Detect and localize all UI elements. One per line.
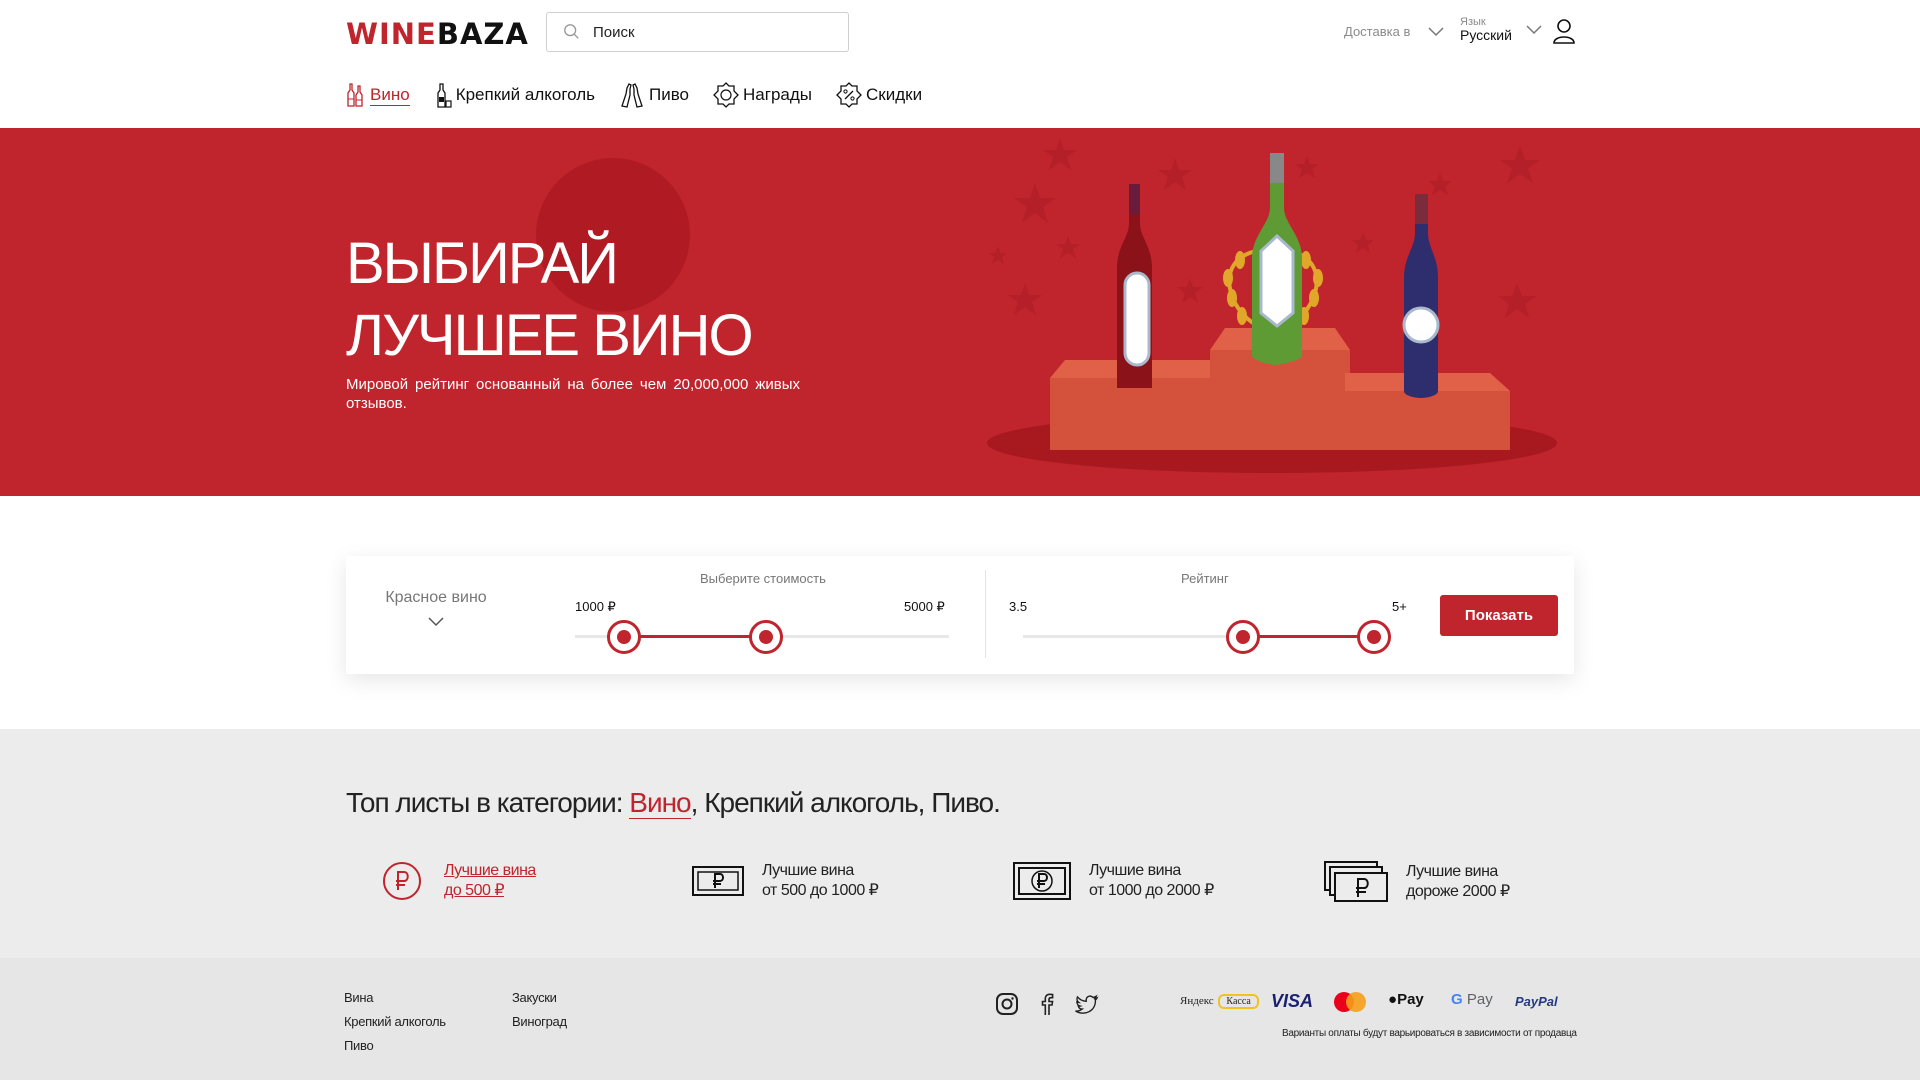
chevron-down-icon	[428, 617, 444, 627]
show-button[interactable]: Показать	[1440, 595, 1558, 636]
paypal-logo: PayPal	[1515, 994, 1558, 1009]
search-icon	[564, 24, 579, 39]
apple-pay-logo: ●Pay	[1388, 991, 1424, 1008]
price-slider-range	[623, 635, 766, 638]
delivery-label: Доставка в	[1344, 24, 1411, 39]
footer-link-grapes[interactable]: Виноград	[512, 1014, 567, 1029]
delivery-selector[interactable]: Доставка в	[1344, 24, 1444, 39]
price-max: 5000 ₽	[904, 599, 945, 614]
wine-filter-panel: Красное вино Выберите стоимость 1000 ₽ 5…	[346, 556, 1574, 674]
footer-link-liquor[interactable]: Крепкий алкоголь	[344, 1014, 446, 1029]
podium-bottles-illustration	[987, 138, 1557, 473]
site-header: WINEBAZA Доставка в Язык Русский Вино Кр…	[0, 0, 1920, 128]
filter-divider	[985, 570, 986, 658]
nav-item-liquor[interactable]: Крепкий алкоголь	[434, 82, 595, 108]
rating-min: 3.5	[1009, 599, 1028, 614]
mastercard-icon	[1334, 992, 1366, 1012]
wine-bottles-icon	[347, 83, 363, 107]
chevron-down-icon	[1428, 26, 1444, 36]
rating-slider-range	[1242, 635, 1375, 638]
rating-slider-max-handle[interactable]	[1357, 620, 1392, 654]
wine-type-value: Красное вино	[385, 589, 487, 606]
rating-max: 5+	[1392, 599, 1407, 614]
liquor-bottle-icon	[437, 83, 452, 108]
yandex-kassa-logo: Яндекс Касса	[1180, 994, 1259, 1009]
hero-subtitle: Мировой рейтинг основанный на более чем …	[346, 376, 800, 412]
user-account-icon[interactable]	[1552, 18, 1576, 44]
nav-label: Скидки	[866, 85, 923, 104]
nav-label: Награды	[743, 85, 812, 104]
instagram-icon[interactable]	[994, 991, 1020, 1017]
footer-link-wines[interactable]: Вина	[344, 990, 373, 1005]
award-badge-icon	[713, 82, 739, 108]
ruble-banknote-icon	[692, 866, 744, 896]
nav-label: Вино	[370, 84, 410, 106]
footer-link-snacks[interactable]: Закуски	[512, 990, 557, 1005]
price-min: 1000 ₽	[575, 599, 616, 614]
hero-banner: ВЫБИРАЙ ЛУЧШЕЕ ВИНО Мировой рейтинг осно…	[0, 128, 1920, 496]
nav-label: Крепкий алкоголь	[455, 85, 595, 104]
chevron-down-icon	[1526, 24, 1542, 34]
price-slider-min-handle[interactable]	[606, 620, 641, 654]
site-footer: Вина Крепкий алкоголь Пиво Закуски Виног…	[0, 958, 1920, 1080]
ruble-banknotes-stack-icon	[1324, 861, 1388, 902]
search-input[interactable]	[593, 23, 833, 41]
ruble-coin-icon	[383, 862, 421, 900]
category-links-rest[interactable]: , Крепкий алкоголь, Пиво.	[691, 787, 1001, 818]
nav-item-wine[interactable]: Вино	[344, 83, 410, 107]
wine-type-dropdown[interactable]: Красное вино	[381, 589, 491, 627]
discount-badge-icon	[836, 82, 862, 108]
top-list-500-1000[interactable]: Лучшие вина от 500 до 1000 ₽	[692, 861, 879, 901]
facebook-icon[interactable]	[1034, 991, 1060, 1017]
beer-bottles-icon	[621, 83, 643, 108]
apple-icon: ●	[1388, 991, 1398, 1008]
top-lists-section: Топ листы в категории: Вино, Крепкий алк…	[0, 729, 1920, 958]
rating-slider-min-handle[interactable]	[1225, 620, 1260, 654]
hero-title: ВЫБИРАЙ ЛУЧШЕЕ ВИНО	[346, 231, 754, 368]
language-value: Русский	[1460, 27, 1512, 43]
language-selector[interactable]: Язык Русский	[1460, 16, 1542, 43]
payment-note: Варианты оплаты будут варьироваться в за…	[1282, 1028, 1577, 1039]
footer-link-beer[interactable]: Пиво	[344, 1038, 374, 1053]
top-lists-title: Топ листы в категории: Вино, Крепкий алк…	[346, 787, 1001, 819]
category-link-wine[interactable]: Вино	[629, 787, 692, 819]
nav-item-discounts[interactable]: Скидки	[836, 82, 922, 108]
google-pay-logo: G Pay	[1451, 991, 1493, 1008]
nav-label: Пиво	[649, 85, 690, 104]
nav-item-beer[interactable]: Пиво	[619, 82, 689, 108]
price-slider-max-handle[interactable]	[748, 620, 783, 654]
site-logo[interactable]: WINEBAZA	[346, 17, 529, 51]
ruble-banknote-large-icon	[1013, 862, 1071, 900]
search-box[interactable]	[546, 12, 849, 52]
top-list-1000-2000[interactable]: Лучшие вина от 1000 до 2000 ₽	[1013, 861, 1214, 901]
rating-label: Рейтинг	[1181, 571, 1229, 586]
visa-logo: VISA	[1271, 991, 1314, 1011]
top-list-under-500[interactable]: Лучшие вина до 500 ₽	[382, 861, 536, 901]
top-list-over-2000[interactable]: Лучшие вина дороже 2000 ₽	[1324, 861, 1510, 903]
category-nav: Вино Крепкий алкоголь Пиво Награды Скидк…	[344, 82, 946, 108]
nav-item-awards[interactable]: Награды	[713, 82, 812, 108]
twitter-icon[interactable]	[1074, 991, 1100, 1017]
price-label: Выберите стоимость	[700, 571, 826, 586]
